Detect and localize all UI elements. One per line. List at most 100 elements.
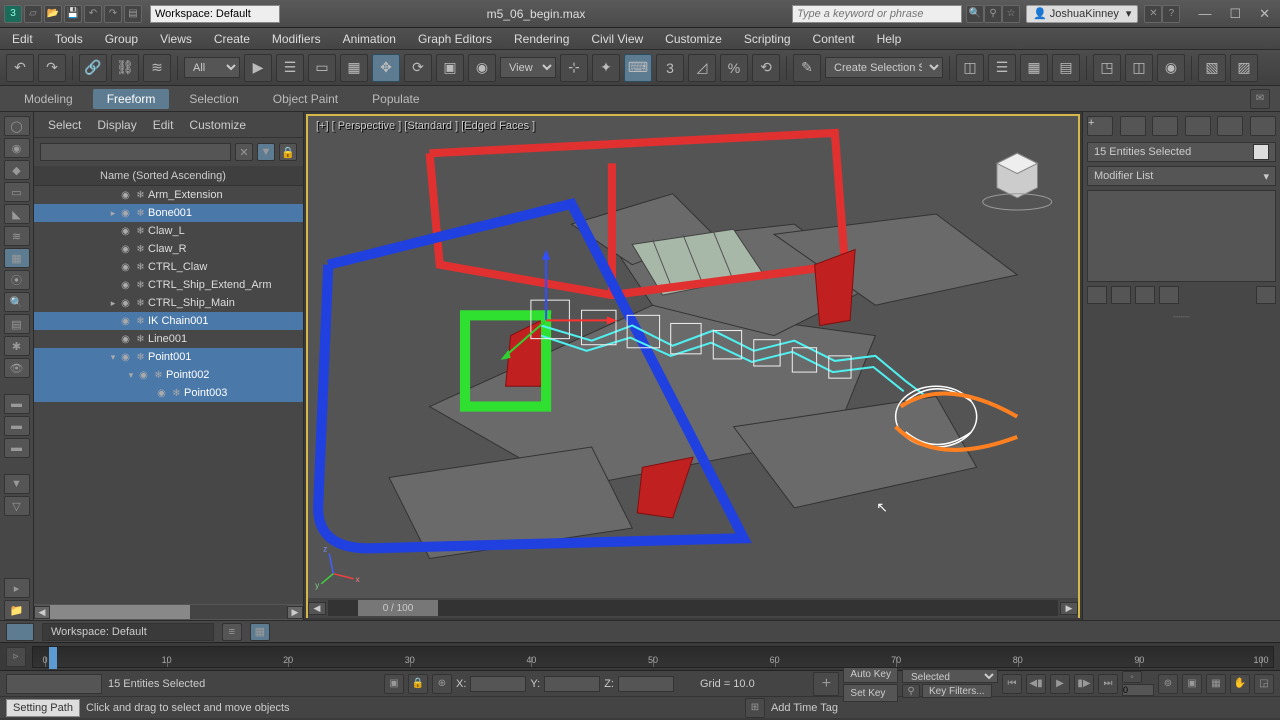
lt-shapes-icon[interactable]: ◆: [4, 160, 30, 180]
max-viewport-icon[interactable]: ◲: [1254, 674, 1274, 694]
isolate-icon[interactable]: ▣: [1182, 674, 1202, 694]
auto-key-button[interactable]: Auto Key: [843, 665, 898, 683]
undo-button[interactable]: ↶: [6, 54, 34, 82]
window-minimize[interactable]: —: [1198, 6, 1211, 22]
move-button[interactable]: ✥: [372, 54, 400, 82]
scale-button[interactable]: ▣: [436, 54, 464, 82]
goto-start-icon[interactable]: ⏮: [1002, 674, 1022, 694]
scene-list[interactable]: ◉❄Arm_Extension▸◉❄Bone001◉❄Claw_L◉❄Claw_…: [34, 186, 303, 604]
link-icon[interactable]: ⚲: [984, 5, 1002, 23]
menu-animation[interactable]: Animation: [343, 32, 396, 46]
set-key-big-icon[interactable]: +: [813, 672, 839, 696]
menu-modifiers[interactable]: Modifiers: [272, 32, 321, 46]
sel-lock-icon[interactable]: ▣: [384, 674, 404, 694]
modifier-stack[interactable]: [1087, 190, 1276, 282]
schematic-button[interactable]: ◫: [1125, 54, 1153, 82]
redo-button[interactable]: ↷: [38, 54, 66, 82]
window-maximize[interactable]: ☐: [1229, 6, 1241, 22]
pin-stack-icon[interactable]: [1087, 286, 1107, 304]
redo-icon[interactable]: ↷: [104, 5, 122, 23]
percent-snap-button[interactable]: %: [720, 54, 748, 82]
menu-rendering[interactable]: Rendering: [514, 32, 569, 46]
play-icon[interactable]: ▶: [1050, 674, 1070, 694]
abs-lock-icon[interactable]: 🔒: [408, 674, 428, 694]
display-tab-icon[interactable]: [1217, 116, 1243, 136]
material-button[interactable]: ◉: [1157, 54, 1185, 82]
timeline-ruler[interactable]: 0102030405060708090100: [32, 646, 1274, 668]
search-input[interactable]: [792, 5, 962, 23]
snap-toggle-button[interactable]: 3: [656, 54, 684, 82]
utilities-tab-icon[interactable]: [1250, 116, 1276, 136]
zoom-ext-icon[interactable]: ▦: [1206, 674, 1226, 694]
modifier-list-dropdown[interactable]: Modifier List▾: [1087, 166, 1276, 186]
object-color-swatch[interactable]: [1253, 144, 1269, 160]
goto-end-icon[interactable]: ⏭: [1098, 674, 1118, 694]
lt-spacewarps-icon[interactable]: ▦: [4, 248, 30, 268]
current-frame-input[interactable]: [1122, 684, 1154, 696]
lt-xref-icon[interactable]: 👁: [4, 358, 30, 378]
script-mini-listener[interactable]: [6, 674, 102, 694]
key-filters-button[interactable]: Key Filters...: [922, 684, 992, 698]
lt-cameras-icon[interactable]: ◣: [4, 204, 30, 224]
menu-group[interactable]: Group: [105, 32, 138, 46]
configure-icon[interactable]: [1256, 286, 1276, 304]
menu-edit[interactable]: Edit: [12, 32, 33, 46]
menu-content[interactable]: Content: [813, 32, 855, 46]
rect-select-button[interactable]: ▭: [308, 54, 336, 82]
ribbon-expand-icon[interactable]: ✉: [1250, 89, 1270, 109]
x-input[interactable]: [470, 676, 526, 692]
create-tab-icon[interactable]: +: [1087, 116, 1113, 136]
pan-icon[interactable]: ✋: [1230, 674, 1250, 694]
ribbon-tab-populate[interactable]: Populate: [358, 89, 433, 109]
scene-item[interactable]: ◉❄Line001: [34, 330, 303, 348]
save-icon[interactable]: 💾: [64, 5, 82, 23]
scene-search-input[interactable]: [40, 143, 231, 161]
project-icon[interactable]: ▤: [124, 5, 142, 23]
frame-next-icon[interactable]: ▶: [1060, 602, 1078, 615]
window-close[interactable]: ✕: [1259, 6, 1270, 22]
pivot-button[interactable]: ⊹: [560, 54, 588, 82]
lt-helpers-icon[interactable]: ≋: [4, 226, 30, 246]
hscroll-thumb[interactable]: [50, 605, 190, 619]
key-target-dropdown[interactable]: Selected: [902, 669, 998, 683]
menu-help[interactable]: Help: [877, 32, 902, 46]
lt-bar1-icon[interactable]: ▬: [4, 394, 30, 414]
render-frame-button[interactable]: ▨: [1230, 54, 1258, 82]
render-setup-button[interactable]: ▧: [1198, 54, 1226, 82]
ref-coord-system[interactable]: View: [500, 57, 556, 78]
lt-lights-icon[interactable]: ▭: [4, 182, 30, 202]
help-icon[interactable]: ?: [1162, 5, 1180, 23]
add-time-tag-label[interactable]: Add Time Tag: [771, 702, 838, 714]
scene-tab-select[interactable]: Select: [48, 118, 81, 132]
menu-tools[interactable]: Tools: [55, 32, 83, 46]
motion-tab-icon[interactable]: [1185, 116, 1211, 136]
x-small-icon[interactable]: ✕: [1144, 5, 1162, 23]
scene-item[interactable]: ◉❄Point003: [34, 384, 303, 402]
ribbon-tab-selection[interactable]: Selection: [175, 89, 252, 109]
clear-search-icon[interactable]: ✕: [235, 143, 253, 161]
menu-graph-editors[interactable]: Graph Editors: [418, 32, 492, 46]
scene-item[interactable]: ▾◉❄Point001: [34, 348, 303, 366]
key-mode-icon[interactable]: ⚲: [902, 684, 920, 698]
layers-icon[interactable]: ≡: [222, 623, 242, 641]
remove-mod-icon[interactable]: [1159, 286, 1179, 304]
star-icon[interactable]: ☆: [1002, 5, 1020, 23]
time-slider[interactable]: ◀ 0 / 100 ▶: [308, 598, 1078, 618]
lt-folder-icon[interactable]: 📁: [4, 600, 30, 620]
window-crossing-button[interactable]: ▦: [340, 54, 368, 82]
edit-selection-button[interactable]: ✎: [793, 54, 821, 82]
time-slider-thumb[interactable]: 0 / 100: [358, 600, 438, 616]
hscroll-right-icon[interactable]: ▶: [287, 606, 303, 619]
lt-geometry-icon[interactable]: ◉: [4, 138, 30, 158]
workspace-label[interactable]: Workspace: Default: [42, 623, 214, 641]
link-button[interactable]: 🔗: [79, 54, 107, 82]
scene-item[interactable]: ◉❄Arm_Extension: [34, 186, 303, 204]
lock-icon[interactable]: 🔒: [279, 143, 297, 161]
menu-civil-view[interactable]: Civil View: [591, 32, 643, 46]
layer-button[interactable]: ▦: [1020, 54, 1048, 82]
scene-item[interactable]: ▸◉❄CTRL_Ship_Main: [34, 294, 303, 312]
z-input[interactable]: [618, 676, 674, 692]
placement-button[interactable]: ◉: [468, 54, 496, 82]
angle-snap-button[interactable]: ◿: [688, 54, 716, 82]
lt-container-icon[interactable]: 🔍: [4, 292, 30, 312]
